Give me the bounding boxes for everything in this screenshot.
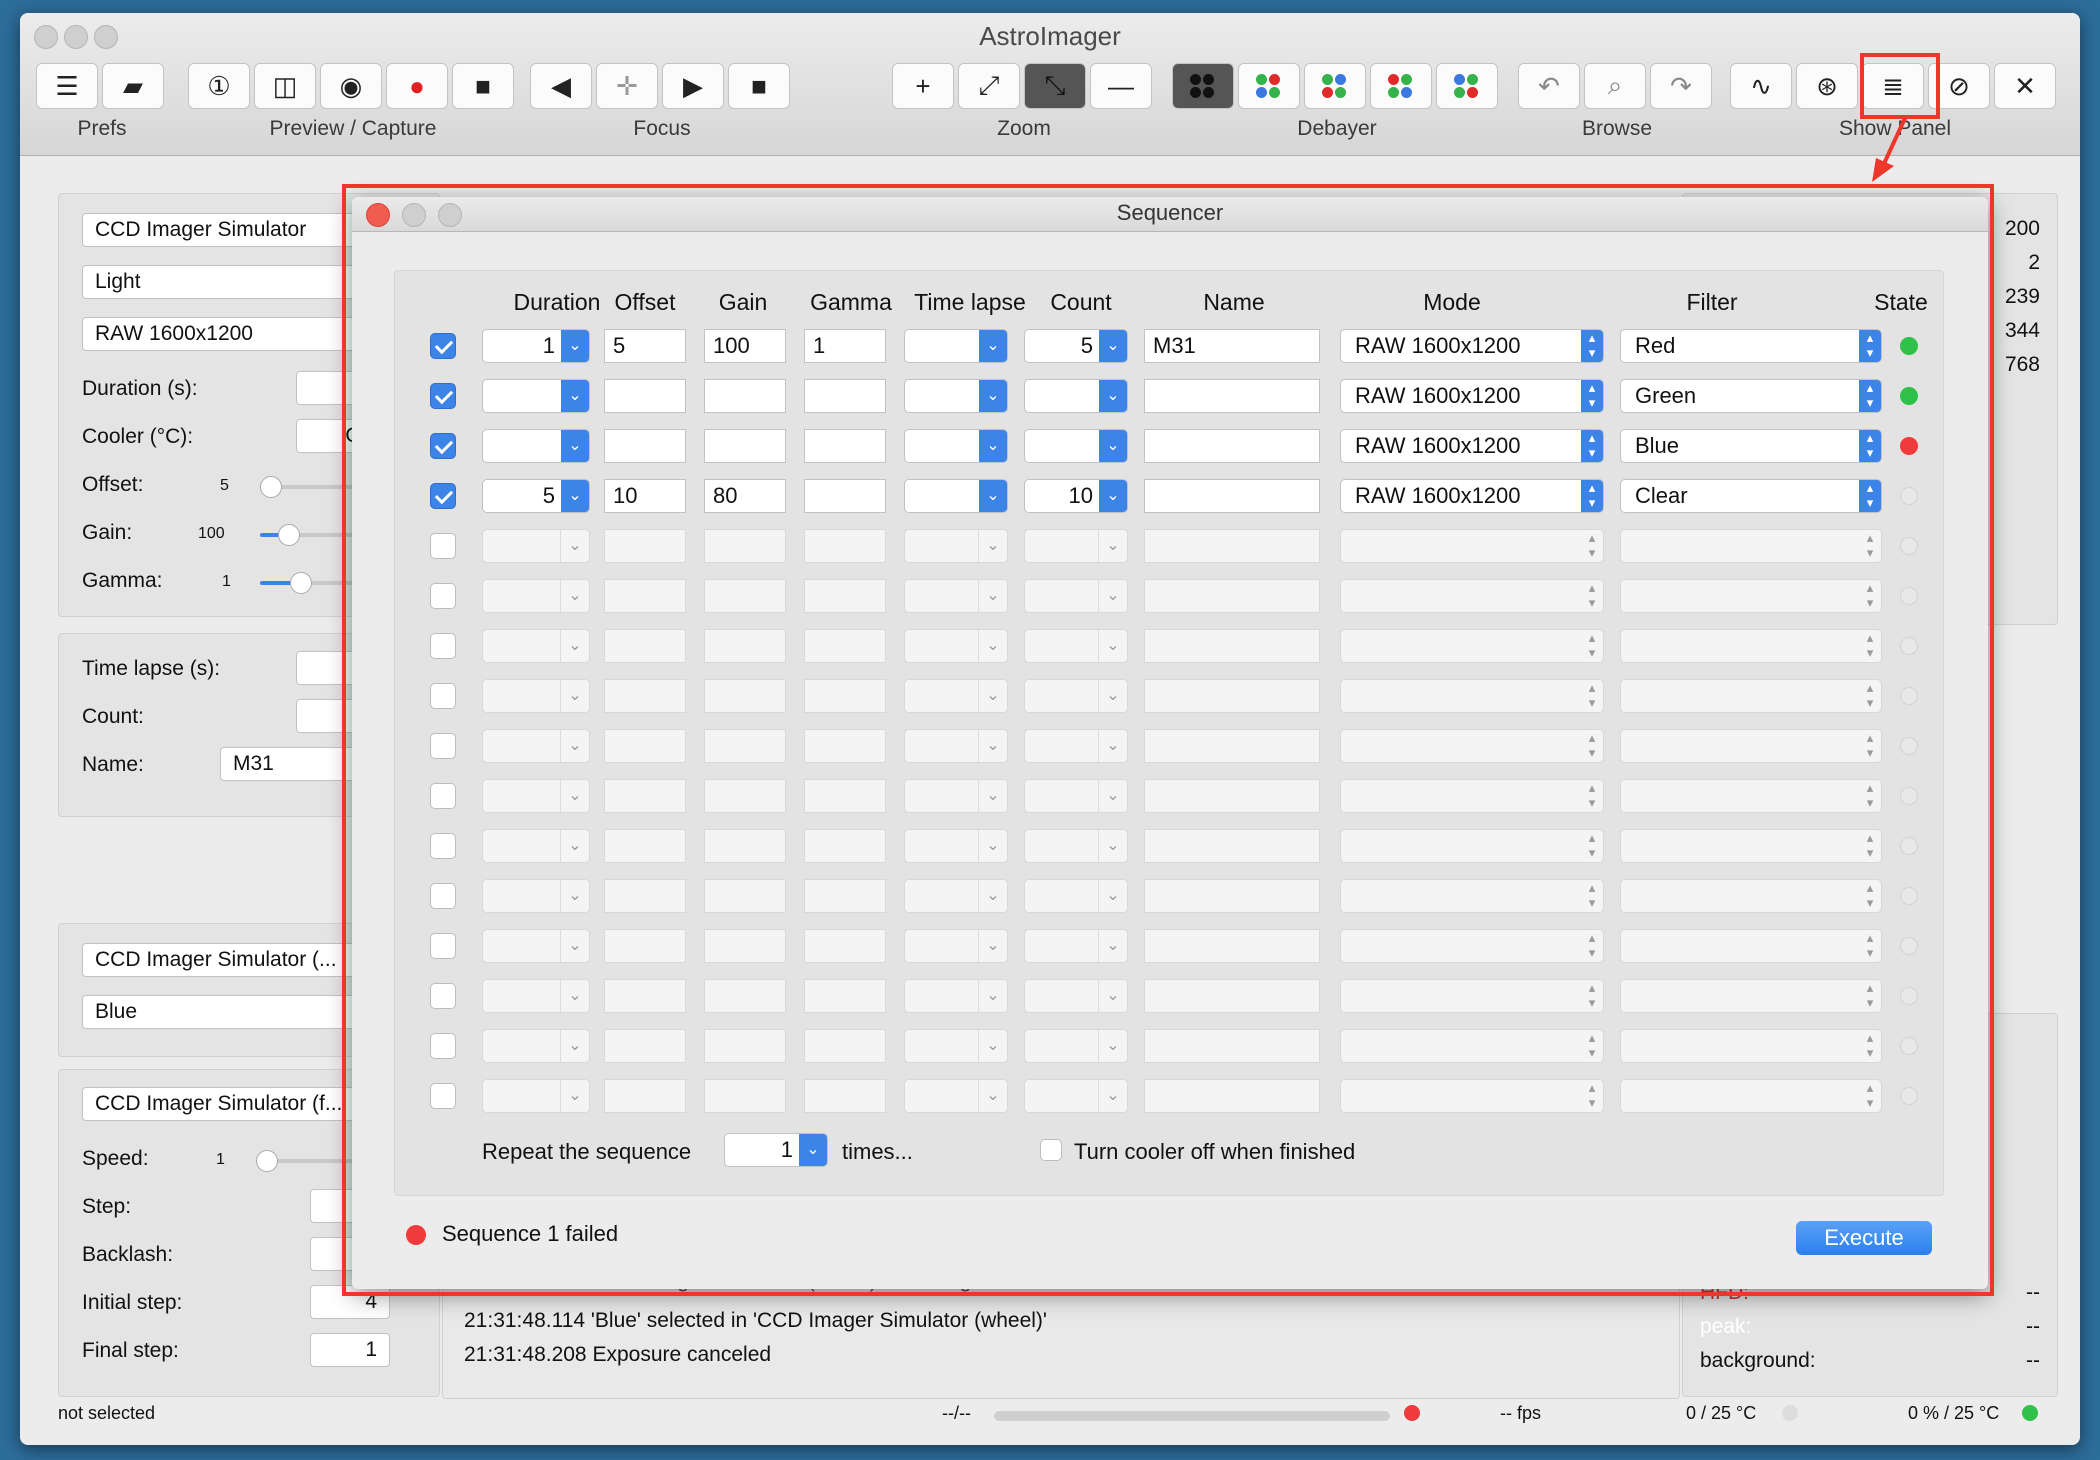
open-folder-icon[interactable]: ▰ bbox=[102, 63, 164, 109]
log-line: 21:31:48.114 'Blue' selected in 'CCD Ima… bbox=[464, 1309, 1047, 1332]
highlight-frame bbox=[342, 184, 1994, 1296]
filter-wheel-icon[interactable]: ⊛ bbox=[1796, 63, 1858, 109]
stop-capture-icon[interactable]: ■ bbox=[452, 63, 514, 109]
count-label: Count: bbox=[82, 705, 144, 728]
cooler-temp-text: 0 / 25 °C bbox=[1686, 1403, 1757, 1423]
debayer-bggr-icon[interactable] bbox=[1436, 63, 1498, 109]
focus-label: Focus bbox=[633, 117, 691, 140]
debayer-none-icon[interactable] bbox=[1172, 63, 1234, 109]
prefs-label: Prefs bbox=[77, 117, 127, 140]
frame-icon[interactable]: ◫ bbox=[254, 63, 316, 109]
power-indicator-icon bbox=[2022, 1405, 2038, 1421]
gamma-label: Gamma: bbox=[82, 569, 163, 592]
log-line: 21:31:48.208 Exposure canceled bbox=[464, 1343, 772, 1366]
speed-label: Speed: bbox=[82, 1147, 149, 1170]
back-arrow-icon[interactable]: ↶ bbox=[1518, 63, 1580, 109]
frame-type-select[interactable]: Light bbox=[82, 265, 382, 299]
waveform-icon[interactable]: ∿ bbox=[1730, 63, 1792, 109]
background-value: -- bbox=[2026, 1349, 2040, 1372]
zoom-out-icon[interactable]: — bbox=[1090, 63, 1152, 109]
desktop: { "window": {"title": "AstroImager"}, "t… bbox=[0, 0, 2100, 1460]
name-label: Name: bbox=[82, 753, 144, 776]
offset-label: Offset: bbox=[82, 473, 144, 496]
preview-capture-label: Preview / Capture bbox=[269, 117, 437, 140]
browse-label: Browse bbox=[1581, 117, 1653, 140]
eye-icon[interactable]: ◉ bbox=[320, 63, 382, 109]
gain-label: Gain: bbox=[82, 521, 133, 544]
background-label: background: bbox=[1700, 1349, 1816, 1372]
focus-stop-icon[interactable]: ■ bbox=[728, 63, 790, 109]
wheel-filter-select[interactable]: Blue bbox=[82, 995, 382, 1029]
window-title: AstroImager bbox=[979, 21, 1121, 51]
speed-value: 1 bbox=[216, 1151, 225, 1168]
focus-target-icon[interactable]: ✛ bbox=[596, 63, 658, 109]
ccd-mode-select[interactable]: RAW 1600x1200 bbox=[82, 317, 382, 351]
gain-value: 100 bbox=[198, 525, 225, 542]
ccd-device-select[interactable]: CCD Imager Simulator bbox=[82, 213, 382, 247]
focus-out-icon[interactable]: ▶ bbox=[662, 63, 724, 109]
title-bar: AstroImager ☰ ▰ Prefs ① ◫ ◉ ● ■ Preview … bbox=[20, 13, 2080, 156]
final-step-field[interactable]: 1 bbox=[310, 1333, 390, 1367]
cooler-indicator-icon bbox=[1782, 1405, 1798, 1421]
peak-value: -- bbox=[2026, 1315, 2040, 1338]
zoom-actual-icon[interactable]: ⤡ bbox=[1024, 63, 1086, 109]
zoom-fit-icon[interactable]: ⤢ bbox=[958, 63, 1020, 109]
debayer-grbg-icon[interactable] bbox=[1238, 63, 1300, 109]
status-progress-text: --/-- bbox=[942, 1403, 971, 1423]
focus-in-icon[interactable]: ◀ bbox=[530, 63, 592, 109]
status-left: not selected bbox=[58, 1403, 156, 1423]
timelapse-label: Time lapse (s): bbox=[82, 657, 221, 680]
peak-label: peak: bbox=[1700, 1315, 1752, 1338]
single-preview-icon[interactable]: ① bbox=[188, 63, 250, 109]
wheel-device-select[interactable]: CCD Imager Simulator (... bbox=[82, 943, 382, 977]
zoom-label: Zoom bbox=[997, 117, 1051, 140]
highlight-toolbar-button bbox=[1860, 53, 1940, 119]
tools-icon[interactable]: ✕ bbox=[1994, 63, 2056, 109]
magnifier-icon[interactable]: ⌕ bbox=[1584, 63, 1646, 109]
status-indicator-icon bbox=[1404, 1405, 1420, 1421]
offset-value: 5 bbox=[220, 477, 229, 494]
progress-bar bbox=[994, 1411, 1390, 1421]
zoom-in-icon[interactable]: + bbox=[892, 63, 954, 109]
debayer-label: Debayer bbox=[1297, 117, 1377, 140]
final-step-label: Final step: bbox=[82, 1339, 179, 1362]
focuser-device-select[interactable]: CCD Imager Simulator (f... bbox=[82, 1087, 382, 1121]
backlash-label: Backlash: bbox=[82, 1243, 174, 1266]
sliders-icon[interactable]: ☰ bbox=[36, 63, 98, 109]
cooler-label: Cooler (°C): bbox=[82, 425, 194, 448]
gamma-value: 1 bbox=[222, 573, 231, 590]
highlight-arrow-icon bbox=[1872, 115, 1908, 182]
fps-text: -- fps bbox=[1500, 1403, 1542, 1423]
forward-arrow-icon[interactable]: ↷ bbox=[1650, 63, 1712, 109]
record-icon[interactable]: ● bbox=[386, 63, 448, 109]
debayer-rggb-icon[interactable] bbox=[1370, 63, 1432, 109]
initial-step-label: Initial step: bbox=[82, 1291, 183, 1314]
duration-label: Duration (s): bbox=[82, 377, 198, 400]
power-temp-text: 0 % / 25 °C bbox=[1908, 1403, 2000, 1423]
debayer-gbrg-icon[interactable] bbox=[1304, 63, 1366, 109]
step-label: Step: bbox=[82, 1195, 132, 1218]
